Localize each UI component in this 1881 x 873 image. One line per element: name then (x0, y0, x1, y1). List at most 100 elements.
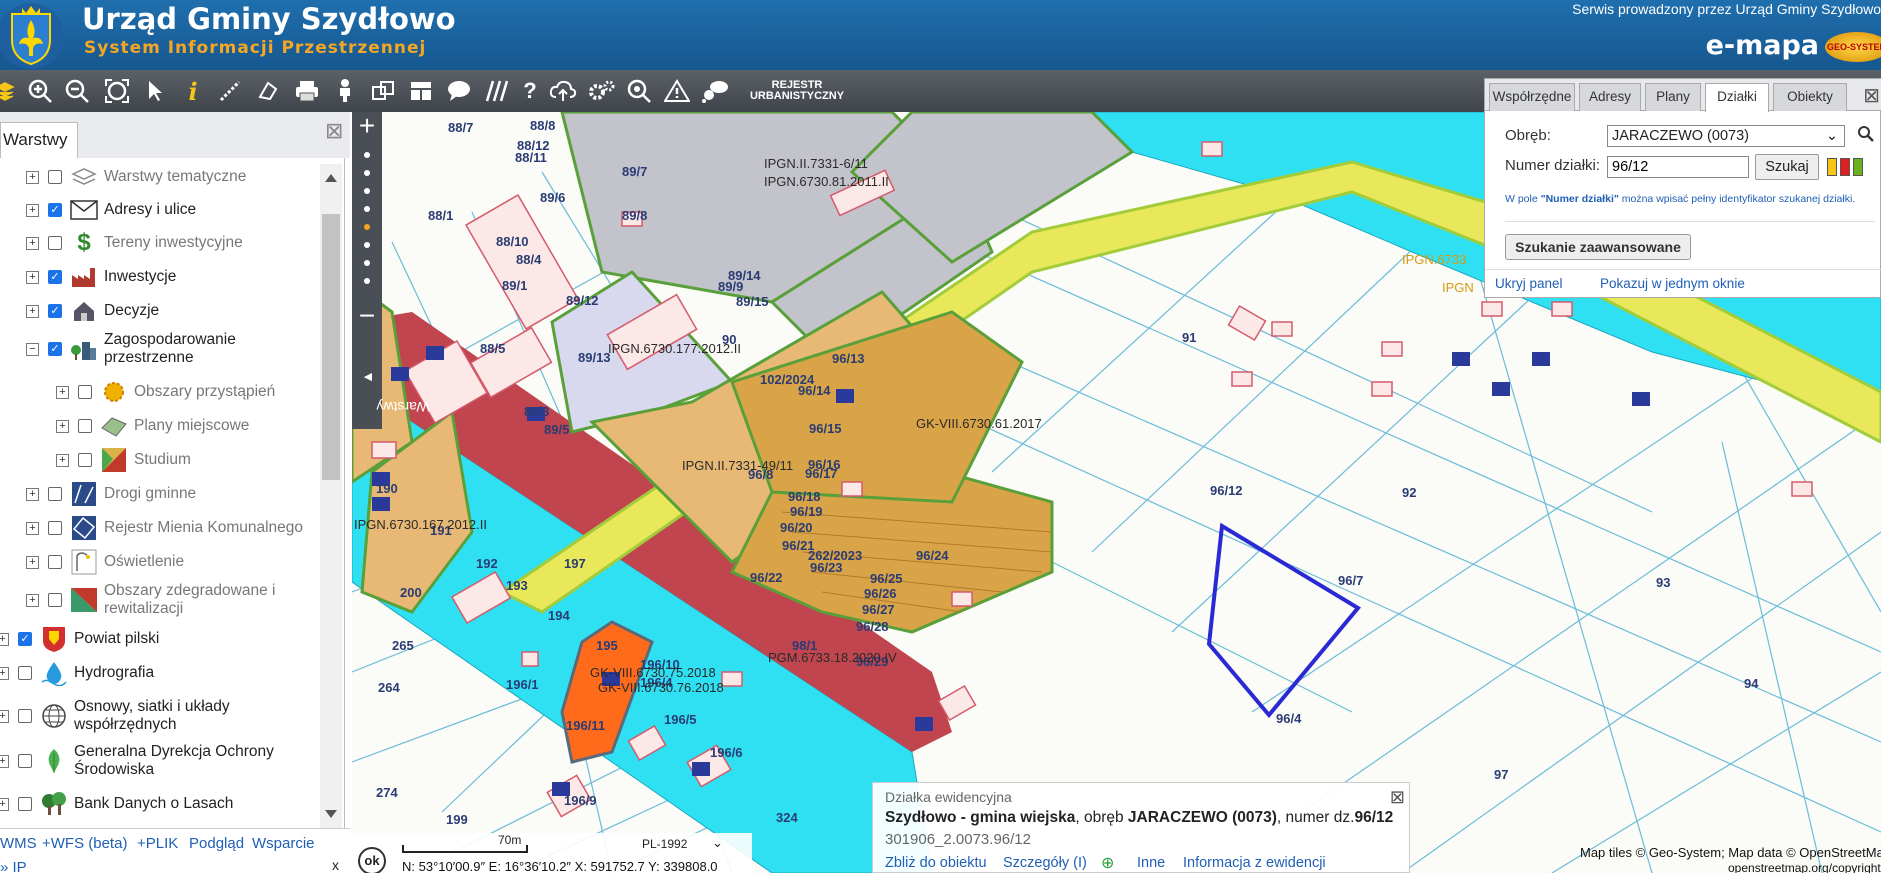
layer-checkbox[interactable] (18, 666, 32, 680)
expand-icon[interactable]: + (26, 170, 39, 184)
scroll-down-icon[interactable] (325, 810, 337, 818)
layer-checkbox[interactable]: ✓ (18, 632, 32, 646)
register-button[interactable]: REJESTR URBANISTYCZNY (742, 80, 852, 102)
expand-icon[interactable]: + (0, 754, 9, 768)
layer-checkbox[interactable] (78, 453, 92, 467)
layer-checkbox[interactable] (48, 170, 62, 184)
ok-button[interactable]: ok (358, 847, 386, 873)
layer-row-osnowy[interactable]: + Osnowy, siatki i układy współrzędnych (0, 698, 316, 734)
measure-area-icon[interactable] (253, 76, 283, 106)
tab-dzialki[interactable]: Działki (1705, 83, 1769, 112)
color-swatch-green[interactable] (1853, 158, 1863, 176)
expand-icon[interactable]: + (26, 304, 39, 318)
streetview-icon[interactable] (330, 76, 360, 106)
layer-row-adresy[interactable]: + ✓ Adresy i ulice (26, 197, 196, 223)
color-swatch-red[interactable] (1840, 158, 1850, 176)
expand-icon[interactable]: + (0, 797, 9, 811)
collapse-icon[interactable]: − (26, 342, 39, 356)
zoom-level-dot[interactable] (364, 152, 370, 158)
layers-side-tab[interactable]: ▲ Warstwy (352, 333, 430, 429)
zoom-in-button[interactable]: + (352, 112, 382, 142)
tab-warstwy[interactable]: Warstwy (0, 122, 78, 158)
expand-icon[interactable]: + (0, 709, 9, 723)
zoom-to-object-link[interactable]: Zbliż do obiektu (885, 855, 987, 871)
link-wms[interactable]: WMS (0, 835, 37, 852)
layer-row-bank-danych[interactable]: + Bank Danych o Lasach (0, 791, 233, 817)
layer-row-zagospodarowanie[interactable]: − ✓ Zagospodarowanie przestrzenne (26, 331, 326, 367)
link-podglad[interactable]: Podgląd (189, 835, 244, 852)
expand-icon[interactable]: + (26, 487, 39, 501)
expand-icon[interactable]: + (26, 555, 39, 569)
obreb-select[interactable]: JARACZEWO (0073) ⌄ (1607, 125, 1845, 147)
expand-icon[interactable]: + (56, 385, 69, 399)
layer-checkbox[interactable] (48, 555, 62, 569)
zoom-out-button[interactable]: − (352, 302, 382, 332)
layer-row-tereny[interactable]: + $ Tereny inwestycyjne (26, 230, 243, 256)
scroll-up-icon[interactable] (325, 174, 337, 182)
link-ip[interactable]: » IP (0, 859, 27, 873)
layer-checkbox[interactable] (18, 709, 32, 723)
layer-row-oswietlenie[interactable]: + Oświetlenie (26, 549, 184, 575)
expand-icon[interactable]: + (56, 419, 69, 433)
expand-icon[interactable]: + (26, 236, 39, 250)
search-button[interactable]: Szukaj (1755, 154, 1819, 180)
layer-checkbox[interactable] (18, 797, 32, 811)
zoom-level-dot[interactable] (364, 242, 370, 248)
layer-checkbox[interactable] (18, 754, 32, 768)
layer-checkbox[interactable] (78, 385, 92, 399)
layer-row-powiat-pilski[interactable]: + ✓ Powiat pilski (0, 626, 159, 652)
zoom-level-dot[interactable] (364, 206, 370, 212)
link-wsparcie[interactable]: Wsparcie (252, 835, 315, 852)
layer-row-drogi[interactable]: + Drogi gminne (26, 481, 196, 507)
layer-row-studium[interactable]: + Studium (56, 447, 191, 473)
layer-row-hydrografia[interactable]: + Hydrografia (0, 660, 154, 686)
tab-obiekty[interactable]: Obiekty (1773, 83, 1847, 111)
layer-row-warstwy-tematyczne[interactable]: + Warstwy tematyczne (26, 164, 246, 190)
zoom-level-dot[interactable] (364, 278, 370, 284)
layer-checkbox[interactable] (48, 593, 62, 607)
footer-close[interactable]: x (332, 857, 339, 873)
tab-adresy[interactable]: Adresy (1579, 83, 1641, 111)
expand-icon[interactable]: + (26, 203, 39, 217)
layer-checkbox[interactable] (48, 521, 62, 535)
info-icon[interactable]: i (178, 76, 208, 106)
expand-icon[interactable]: + (26, 593, 39, 607)
layer-checkbox[interactable] (78, 419, 92, 433)
link-plik[interactable]: +PLIK (137, 835, 178, 852)
hide-panel-link[interactable]: Ukryj panel (1495, 276, 1563, 291)
layer-checkbox[interactable]: ✓ (48, 270, 62, 284)
layer-checkbox[interactable]: ✓ (48, 342, 62, 356)
other-link[interactable]: Inne (1137, 855, 1165, 871)
close-icon[interactable]: ⊠ (325, 118, 343, 144)
pointer-icon[interactable] (140, 76, 170, 106)
zoom-level-dot[interactable] (364, 224, 370, 230)
search-map-icon[interactable] (624, 76, 654, 106)
expand-icon[interactable]: + (56, 453, 69, 467)
layer-row-obszary-zdegradowane[interactable]: + Obszary zdegradowane i rewitalizacji (26, 582, 326, 618)
print-icon[interactable] (292, 76, 322, 106)
layer-scrollbar[interactable] (320, 164, 342, 828)
close-icon[interactable]: ⊠ (1390, 787, 1405, 808)
expand-icon[interactable]: + (0, 632, 9, 646)
search-icon[interactable] (1857, 125, 1875, 148)
layer-checkbox[interactable] (48, 487, 62, 501)
expand-icon[interactable]: + (26, 270, 39, 284)
settings-icon[interactable] (586, 76, 616, 106)
expand-icon[interactable]: + (0, 666, 9, 680)
comment-icon[interactable] (444, 76, 474, 106)
layer-row-plany-miejscowe[interactable]: + Plany miejscowe (56, 413, 249, 439)
measure-distance-icon[interactable] (215, 76, 245, 106)
chat-icon[interactable] (700, 76, 730, 106)
layer-row-rejestr-mienia[interactable]: + Rejestr Mienia Komunalnego (26, 515, 303, 541)
layer-checkbox[interactable]: ✓ (48, 304, 62, 318)
help-icon[interactable]: ? (515, 76, 545, 106)
layer-checkbox[interactable]: ✓ (48, 203, 62, 217)
zoom-level-dot[interactable] (364, 188, 370, 194)
tab-wspolrzedne[interactable]: Współrzędne (1489, 83, 1575, 111)
close-icon[interactable]: ⊠ (1863, 83, 1880, 108)
numer-dzialki-input[interactable] (1607, 156, 1749, 178)
color-swatch-yellow[interactable] (1827, 158, 1837, 176)
layer-checkbox[interactable] (48, 236, 62, 250)
zoom-out-icon[interactable] (62, 76, 92, 106)
scrollbar-thumb[interactable] (322, 214, 340, 480)
